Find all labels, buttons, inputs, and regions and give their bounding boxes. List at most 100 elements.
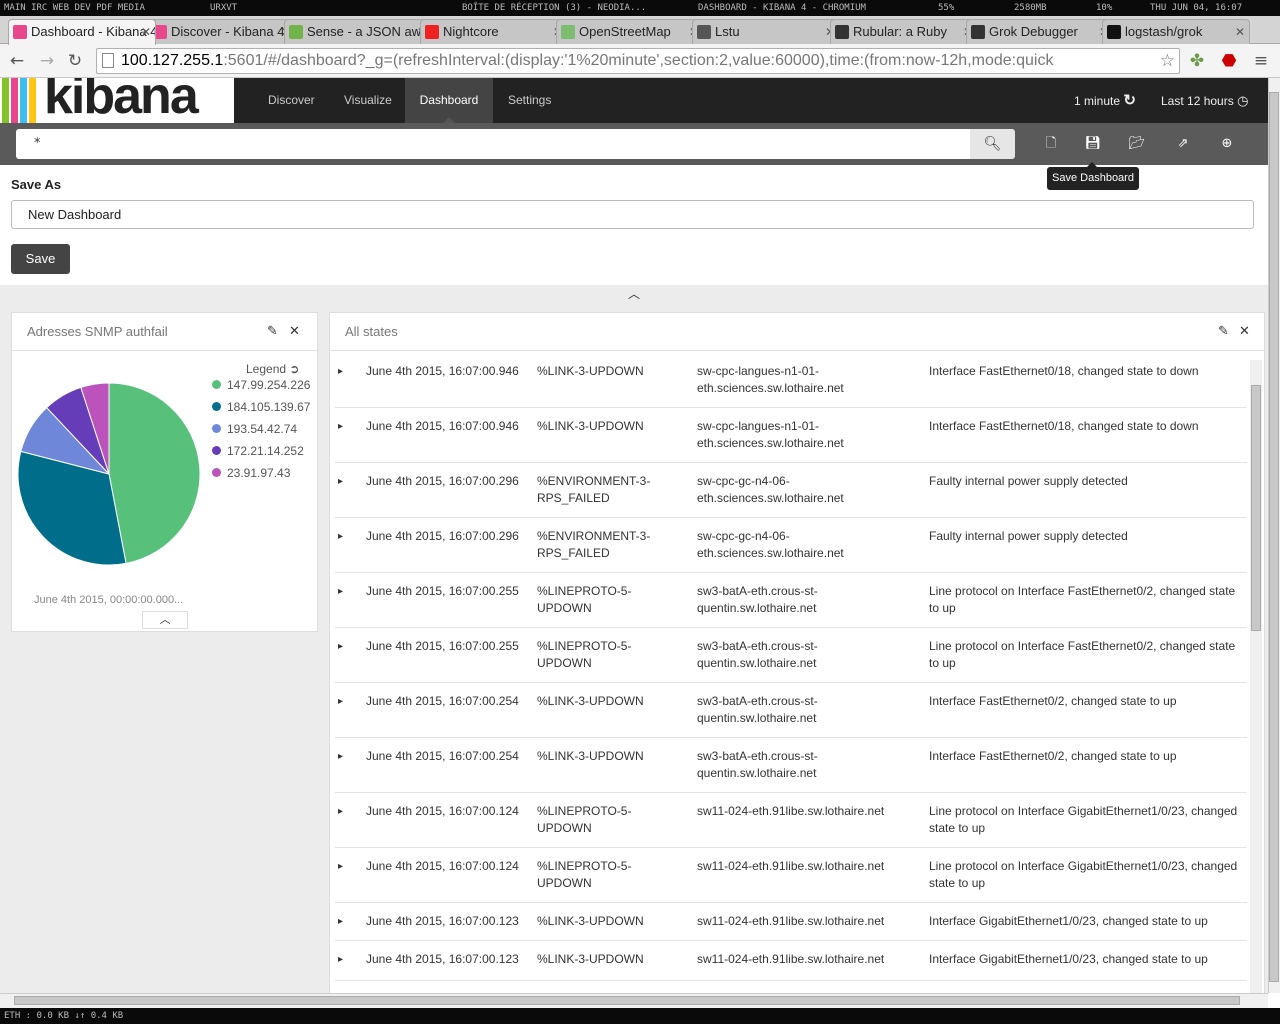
forward-arrow-icon[interactable]: → (36, 50, 58, 72)
back-arrow-icon[interactable]: ← (6, 50, 28, 72)
refresh-interval-picker[interactable]: 1 minute ↻ (1074, 78, 1136, 123)
workspace-list[interactable]: MAIN IRC WEB DEV PDF MEDIA (4, 0, 145, 16)
nav-dashboard[interactable]: Dashboard (405, 78, 493, 123)
collapse-config-button[interactable]: ︿ (0, 285, 1268, 303)
cell-message: Line protocol on Interface GigabitEthern… (929, 859, 1238, 890)
expand-caret-icon[interactable]: ▸ (338, 693, 350, 710)
mail-window-label[interactable]: BOÎTE DE RÉCEPTION (3) - NEODIA... (462, 0, 646, 16)
browser-tab[interactable]: Sense - a JSON aware✕ (284, 19, 432, 44)
adblock-extension-icon[interactable]: ⬣ (1218, 50, 1240, 72)
horizontal-scrollbar-thumb[interactable] (14, 996, 1240, 1005)
table-row[interactable]: ▸ June 4th 2015, 16:07:00.296 %ENVIRONMENT… (335, 463, 1247, 518)
expand-caret-icon[interactable]: ▸ (338, 363, 350, 380)
close-icon[interactable]: ✕ (289, 313, 300, 351)
table-row[interactable]: ▸ June 4th 2015, 16:07:00.296 %ENVIRONMENT… (335, 518, 1247, 573)
expand-caret-icon[interactable]: ▸ (338, 858, 350, 875)
cell-timestamp: June 4th 2015, 16:07:00.254 (366, 749, 519, 763)
query-input[interactable]: * (16, 129, 970, 159)
table-row[interactable]: ▸ June 4th 2015, 16:07:00.124 %LINEPROTO-5… (335, 848, 1247, 903)
pie-slice[interactable] (108, 382, 201, 564)
browser-tab[interactable]: Grok Debugger✕ (966, 19, 1114, 44)
expand-caret-icon[interactable]: ▸ (338, 583, 350, 600)
pie-chart[interactable] (14, 379, 214, 579)
browser-tab[interactable]: Lstu✕ (692, 19, 840, 44)
browser-tab[interactable]: Dashboard - Kibana 4 ✕ (8, 19, 156, 45)
nav-discover[interactable]: Discover (254, 78, 329, 123)
pencil-icon[interactable]: ✎ (267, 313, 278, 351)
browser-tab[interactable]: Nightcore✕ (420, 19, 568, 44)
kibana-logo[interactable]: kibana (0, 78, 234, 123)
search-icon: 🔍︎ (983, 136, 1002, 152)
cell-message: Line protocol on Interface FastEthernet0… (929, 639, 1236, 670)
table-row[interactable]: ▸ June 4th 2015, 16:07:00.124 %LINEPROTO-5… (335, 793, 1247, 848)
dashboard-grid: Adresses SNMP authfail ✎ ✕ Legend ➲ 147.… (0, 303, 1268, 993)
pie-collapse-button[interactable]: ︿ (142, 611, 188, 629)
table-row[interactable]: ▸ June 4th 2015, 16:07:00.254 %LINK-3-UPDO… (335, 738, 1247, 793)
tab-title: Grok Debugger (989, 24, 1078, 39)
legend-label: 184.105.139.67 (227, 400, 311, 414)
table-row[interactable]: ▸ June 4th 2015, 16:07:00.946 %LINK-3-UPDO… (335, 353, 1247, 408)
share-icon[interactable]: ⇗ (1172, 134, 1194, 154)
new-dashboard-icon[interactable]: 🗋 (1040, 134, 1062, 154)
volume-indicator: 55% (938, 3, 955, 13)
browser-tab[interactable]: Discover - Kibana 4✕ (148, 19, 296, 44)
dashboard-title-input[interactable]: New Dashboard (11, 200, 1254, 229)
table-row[interactable]: ▸ June 4th 2015, 16:07:00.254 %LINK-3-UPDO… (335, 683, 1247, 738)
expand-caret-icon[interactable]: ▸ (338, 951, 350, 968)
expand-caret-icon[interactable]: ▸ (338, 803, 350, 820)
reload-icon[interactable]: ↻ (64, 50, 86, 72)
sense-extension-icon[interactable]: ✤ (1186, 50, 1208, 72)
expand-caret-icon[interactable]: ▸ (338, 638, 350, 655)
cell-timestamp: June 4th 2015, 16:07:00.296 (366, 474, 519, 488)
legend-item[interactable]: 23.91.97.43 (212, 466, 290, 480)
nav-settings[interactable]: Settings (494, 78, 565, 123)
save-button[interactable]: Save (11, 244, 70, 274)
menu-icon[interactable]: ≡ (1250, 50, 1272, 72)
table-row[interactable]: ▸ June 4th 2015, 16:07:00.123 %LINK-3-UPDO… (335, 941, 1247, 981)
expand-caret-icon[interactable]: ▸ (338, 418, 350, 435)
table-scrollbar-thumb[interactable] (1251, 385, 1261, 631)
close-icon[interactable]: ✕ (1239, 313, 1250, 351)
page-scrollbar-thumb[interactable] (1269, 92, 1279, 982)
address-bar[interactable]: 100.127.255.1:5601/#/dashboard?_g=(refre… (96, 48, 1180, 74)
table-row[interactable]: ▸ June 4th 2015, 16:07:00.946 %LINK-3-UPDO… (335, 408, 1247, 463)
save-dashboard-icon[interactable]: 💾︎ (1082, 134, 1104, 154)
legend-item[interactable]: 193.54.42.74 (212, 422, 297, 436)
legend-item[interactable]: 184.105.139.67 (212, 400, 310, 414)
time-range-picker[interactable]: Last 12 hours ◷ (1161, 78, 1248, 123)
search-button[interactable]: 🔍︎ (970, 129, 1015, 159)
cell-timestamp: June 4th 2015, 16:07:00.123 (366, 914, 519, 928)
cell-timestamp: June 4th 2015, 16:07:00.123 (366, 952, 519, 966)
legend-toggle[interactable]: Legend ➲ (246, 362, 299, 376)
cell-message: Interface FastEthernet0/2, changed state… (929, 694, 1177, 708)
legend-item[interactable]: 172.21.14.252 (212, 444, 304, 458)
expand-caret-icon[interactable]: ▸ (338, 528, 350, 545)
pencil-icon[interactable]: ✎ (1218, 313, 1229, 351)
add-visualization-icon[interactable]: ⊕ (1216, 134, 1238, 154)
tab-favicon-icon (289, 25, 303, 39)
expand-caret-icon[interactable]: ▸ (338, 913, 350, 930)
browser-tab[interactable]: logstash/grok ✕ (1102, 19, 1250, 44)
status-bar: ETH : 0.0 KB ↓↑ 0.4 KB (0, 1008, 1280, 1024)
table-row[interactable]: ▸ June 4th 2015, 16:07:00.255 %LINEPROTO-5… (335, 628, 1247, 683)
open-dashboard-icon[interactable]: 📂︎ (1126, 134, 1148, 154)
tab-close-icon[interactable]: ✕ (141, 20, 151, 44)
cell-message: Interface GigabitEthernet1/0/23, changed… (929, 952, 1208, 966)
browser-tab[interactable]: Rubular: a Ruby✕ (830, 19, 978, 44)
table-row[interactable]: ▸ June 4th 2015, 16:07:00.255 %LINEPROTO-5… (335, 573, 1247, 628)
time-range-label: Last 12 hours (1161, 94, 1234, 108)
legend-item[interactable]: 147.99.254.226 (212, 378, 310, 392)
cell-type: %LINK-3-UPDOWN (537, 419, 644, 433)
table-row[interactable]: ▸ June 4th 2015, 16:07:00.123 %LINK-3-UPDO… (335, 903, 1247, 941)
nav-visualize[interactable]: Visualize (330, 78, 406, 123)
expand-caret-icon[interactable]: ▸ (338, 473, 350, 490)
cell-host: sw-cpc-gc-n4-06-eth.sciences.sw.lothaire… (697, 474, 844, 505)
expand-caret-icon[interactable]: ▸ (338, 748, 350, 765)
cell-host: sw-cpc-langues-n1-01-eth.sciences.sw.lot… (697, 419, 844, 450)
browser-tab[interactable]: OpenStreetMap✕ (556, 19, 704, 44)
tab-close-icon[interactable]: ✕ (1235, 20, 1245, 44)
bookmark-star-icon[interactable]: ☆ (1160, 49, 1175, 73)
tab-title: logstash/grok (1125, 24, 1203, 39)
legend-swatch (212, 402, 221, 411)
cell-host: sw3-batA-eth.crous-st-quentin.sw.lothair… (697, 694, 818, 725)
